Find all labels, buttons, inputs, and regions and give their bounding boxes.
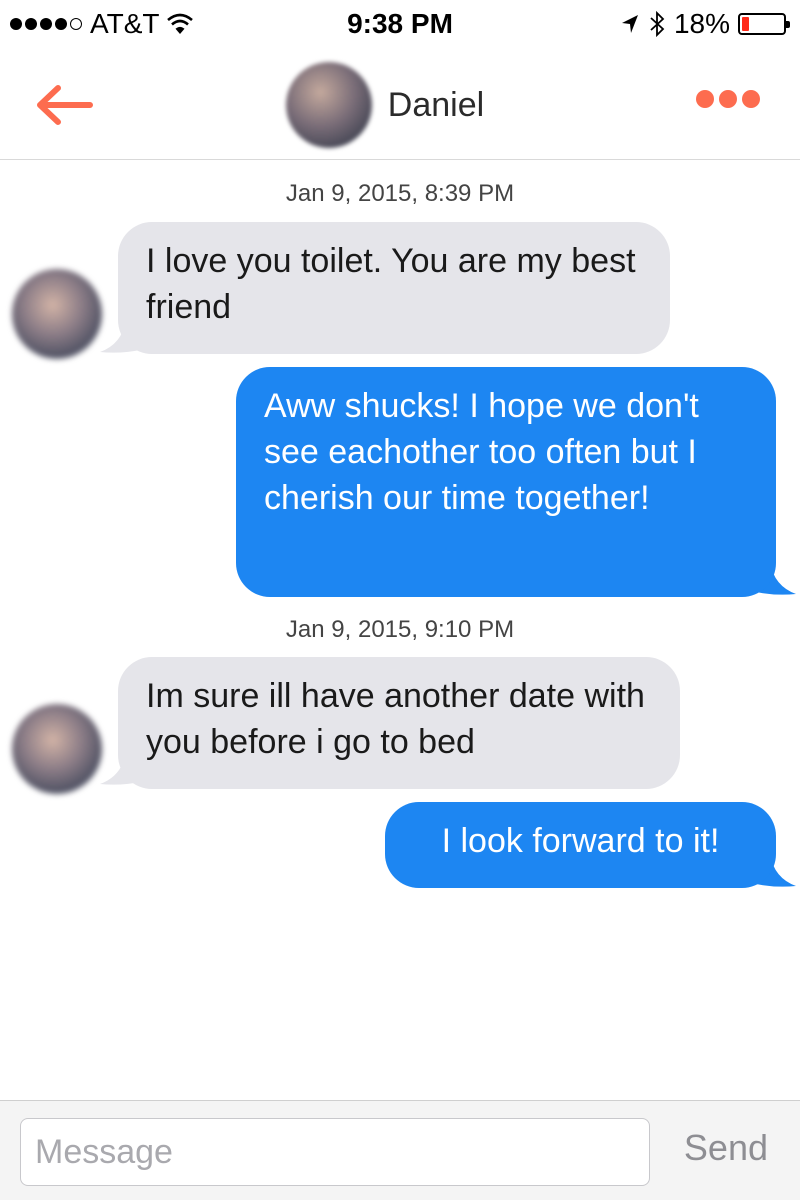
arrow-left-icon [37, 85, 93, 125]
incoming-message[interactable]: Im sure ill have another date with you b… [118, 657, 680, 789]
battery-fill [742, 17, 750, 31]
incoming-message[interactable]: I love you toilet. You are my best frien… [118, 222, 670, 354]
bluetooth-icon [650, 10, 665, 38]
more-dots-icon [696, 90, 714, 108]
status-bar: AT&T 9:38 PM 18% [0, 0, 800, 52]
back-button[interactable] [34, 80, 98, 130]
sender-avatar[interactable] [12, 269, 102, 359]
battery-percent: 18% [673, 8, 730, 39]
sender-avatar[interactable] [12, 704, 102, 794]
location-arrow-icon [621, 15, 638, 33]
send-button[interactable]: Send [684, 1127, 768, 1169]
message-input[interactable] [20, 1118, 650, 1186]
nav-bar: Daniel [0, 52, 800, 160]
message-timestamp: Jan 9, 2015, 8:39 PM [285, 180, 515, 207]
contact-header: Daniel [0, 62, 800, 148]
conversation: Jan 9, 2015, 8:39 PM I love you toilet. … [0, 162, 800, 1100]
contact-name[interactable]: Daniel [388, 86, 484, 125]
outgoing-message[interactable]: I look forward to it! [385, 802, 776, 888]
contact-avatar[interactable] [285, 62, 372, 148]
status-right: 18% [620, 8, 790, 40]
battery-icon [738, 13, 790, 35]
message-timestamp: Jan 9, 2015, 9:10 PM [285, 616, 515, 643]
message-composer: Send [0, 1100, 800, 1200]
more-options-button[interactable] [696, 90, 760, 108]
outgoing-message[interactable]: Aww shucks! I hope we don't see eachothe… [236, 367, 776, 597]
